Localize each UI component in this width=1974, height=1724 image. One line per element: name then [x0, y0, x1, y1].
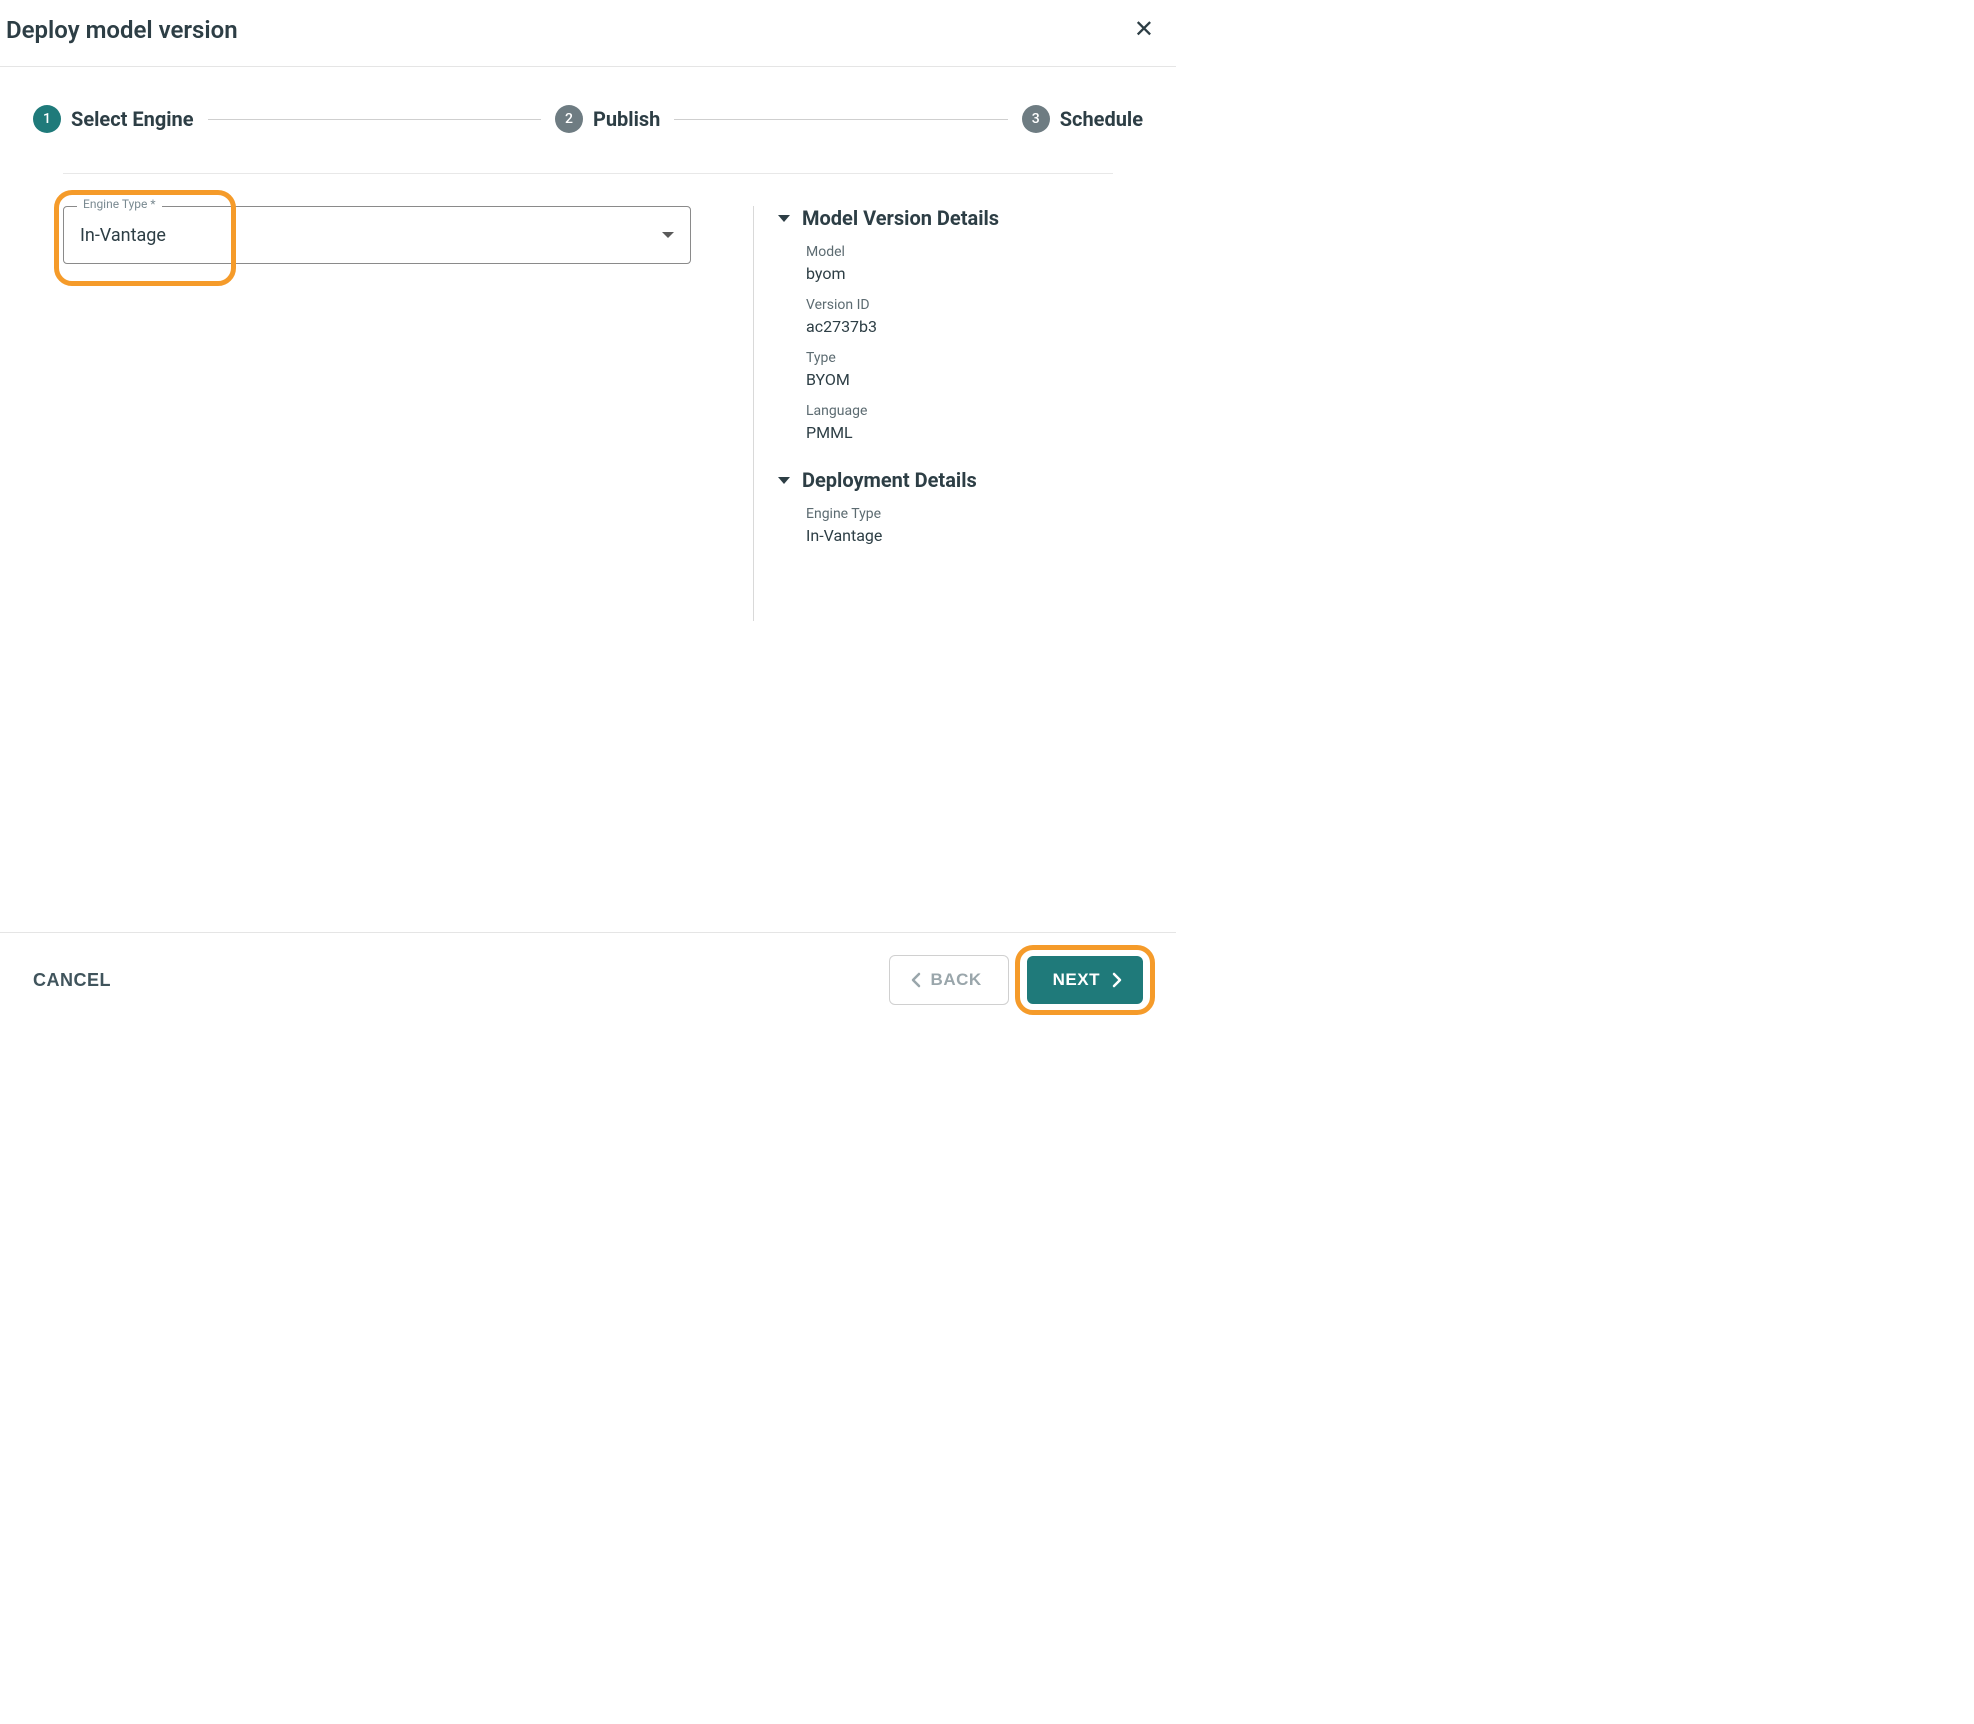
chevron-right-icon: [1112, 972, 1123, 988]
cancel-button[interactable]: CANCEL: [33, 970, 111, 991]
detail-label-version-id: Version ID: [806, 297, 1113, 313]
detail-value-language: PMML: [806, 423, 1113, 442]
detail-item: Language PMML: [778, 403, 1113, 442]
step-number-3: 3: [1022, 105, 1050, 133]
chevron-down-icon: [662, 232, 674, 238]
step-select-engine[interactable]: 1 Select Engine: [33, 105, 194, 133]
next-button-wrapper: NEXT: [1027, 956, 1143, 1004]
detail-value-engine-type: In-Vantage: [806, 526, 1113, 545]
close-button[interactable]: ✕: [1122, 14, 1166, 46]
footer-right-actions: BACK NEXT: [889, 955, 1143, 1005]
model-version-details-header[interactable]: Model Version Details: [778, 206, 1113, 230]
step-number-2: 2: [555, 105, 583, 133]
engine-type-field-wrapper: Engine Type * In-Vantage: [63, 206, 691, 264]
dialog-title: Deploy model version: [6, 16, 238, 44]
back-button[interactable]: BACK: [889, 955, 1009, 1005]
deployment-details-header[interactable]: Deployment Details: [778, 468, 1113, 492]
detail-item: Version ID ac2737b3: [778, 297, 1113, 336]
step-label-1: Select Engine: [71, 107, 194, 131]
step-schedule[interactable]: 3 Schedule: [1022, 105, 1143, 133]
detail-label-model: Model: [806, 244, 1113, 260]
engine-type-select[interactable]: In-Vantage: [63, 206, 691, 264]
chevron-down-icon: [778, 477, 790, 484]
detail-label-type: Type: [806, 350, 1113, 366]
detail-label-engine-type: Engine Type: [806, 506, 1113, 522]
step-number-1: 1: [33, 105, 61, 133]
step-connector: [208, 119, 541, 120]
left-panel: Engine Type * In-Vantage: [63, 206, 753, 621]
back-button-label: BACK: [931, 970, 982, 990]
engine-type-label: Engine Type *: [77, 197, 162, 211]
detail-item: Type BYOM: [778, 350, 1113, 389]
close-icon: ✕: [1134, 16, 1154, 43]
step-connector: [674, 119, 1007, 120]
chevron-left-icon: [910, 972, 921, 988]
chevron-down-icon: [778, 215, 790, 222]
model-version-details-title: Model Version Details: [802, 206, 999, 230]
dialog-footer: CANCEL BACK NEXT: [0, 932, 1176, 1027]
detail-value-version-id: ac2737b3: [806, 317, 1113, 336]
stepper: 1 Select Engine 2 Publish 3 Schedule: [0, 67, 1176, 143]
step-label-3: Schedule: [1060, 107, 1143, 131]
detail-item: Engine Type In-Vantage: [778, 506, 1113, 545]
dialog-content: Engine Type * In-Vantage Model Version D…: [63, 173, 1113, 621]
deployment-details-title: Deployment Details: [802, 468, 977, 492]
step-label-2: Publish: [593, 107, 660, 131]
detail-label-language: Language: [806, 403, 1113, 419]
step-publish[interactable]: 2 Publish: [555, 105, 660, 133]
next-button[interactable]: NEXT: [1027, 956, 1143, 1004]
engine-type-value: In-Vantage: [80, 225, 166, 246]
dialog-header: Deploy model version ✕: [0, 0, 1176, 67]
next-button-label: NEXT: [1053, 970, 1100, 990]
detail-value-type: BYOM: [806, 370, 1113, 389]
right-panel: Model Version Details Model byom Version…: [753, 206, 1113, 621]
detail-value-model: byom: [806, 264, 1113, 283]
detail-item: Model byom: [778, 244, 1113, 283]
